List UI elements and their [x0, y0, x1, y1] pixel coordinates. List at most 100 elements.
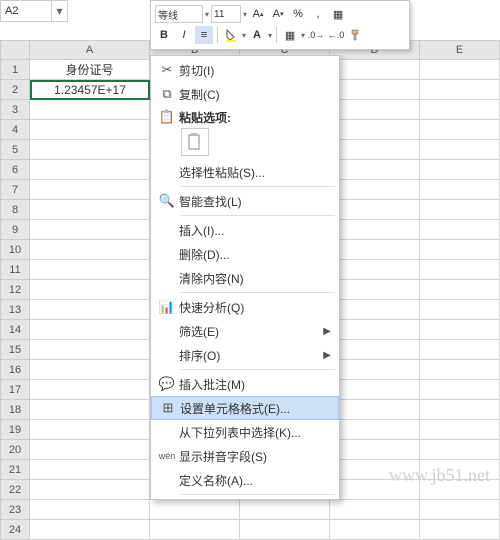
cell[interactable]: [330, 400, 420, 420]
cell[interactable]: [420, 440, 500, 460]
menu-clear[interactable]: 清除内容(N): [151, 266, 339, 290]
decimal-inc-icon[interactable]: .0→: [307, 26, 325, 44]
cell[interactable]: 身份证号: [30, 60, 150, 80]
cell[interactable]: [150, 520, 240, 540]
cell[interactable]: [330, 280, 420, 300]
cell[interactable]: [30, 460, 150, 480]
font-size-select[interactable]: 11: [211, 5, 241, 23]
cell[interactable]: [420, 420, 500, 440]
cell[interactable]: [330, 220, 420, 240]
cell[interactable]: [420, 480, 500, 500]
format-icon[interactable]: ▦: [329, 5, 347, 23]
row-header[interactable]: 6: [0, 160, 30, 180]
cell[interactable]: [330, 300, 420, 320]
format-painter-icon[interactable]: [347, 26, 365, 44]
cell[interactable]: [330, 180, 420, 200]
cell[interactable]: [30, 100, 150, 120]
cell[interactable]: [330, 160, 420, 180]
cell[interactable]: [30, 320, 150, 340]
align-icon[interactable]: ≡: [195, 26, 213, 44]
cell[interactable]: [30, 440, 150, 460]
cell[interactable]: [420, 320, 500, 340]
menu-cut[interactable]: ✂ 剪切(I): [151, 58, 339, 82]
column-header-e[interactable]: E: [420, 40, 500, 60]
cell[interactable]: [30, 200, 150, 220]
comma-button[interactable]: ,: [309, 5, 327, 23]
cell[interactable]: [330, 360, 420, 380]
cell[interactable]: [30, 180, 150, 200]
cell[interactable]: [30, 120, 150, 140]
cell[interactable]: [420, 380, 500, 400]
cell[interactable]: [240, 520, 330, 540]
cell[interactable]: [420, 360, 500, 380]
cell[interactable]: [420, 520, 500, 540]
row-header[interactable]: 4: [0, 120, 30, 140]
italic-button[interactable]: I: [175, 26, 193, 44]
cell[interactable]: [30, 420, 150, 440]
cell[interactable]: [330, 80, 420, 100]
name-box[interactable]: A2: [0, 0, 52, 22]
cell[interactable]: [30, 520, 150, 540]
menu-copy[interactable]: ⧉ 复制(C): [151, 82, 339, 106]
row-header[interactable]: 16: [0, 360, 30, 380]
cell[interactable]: [420, 160, 500, 180]
menu-filter[interactable]: 筛选(E) ▶: [151, 319, 339, 343]
cell[interactable]: [420, 340, 500, 360]
cell[interactable]: [330, 320, 420, 340]
row-header[interactable]: 11: [0, 260, 30, 280]
row-header[interactable]: 23: [0, 500, 30, 520]
cell[interactable]: [240, 500, 330, 520]
row-header[interactable]: 19: [0, 420, 30, 440]
menu-pick-from-list[interactable]: 从下拉列表中选择(K)...: [151, 420, 339, 444]
row-header[interactable]: 22: [0, 480, 30, 500]
cell[interactable]: [150, 500, 240, 520]
menu-paste-special[interactable]: 选择性粘贴(S)...: [151, 160, 339, 184]
cell[interactable]: [330, 440, 420, 460]
cell[interactable]: [30, 500, 150, 520]
percent-button[interactable]: %: [289, 5, 307, 23]
cell[interactable]: [330, 200, 420, 220]
menu-delete[interactable]: 删除(D)...: [151, 242, 339, 266]
cell[interactable]: [30, 480, 150, 500]
cell[interactable]: [30, 340, 150, 360]
cell[interactable]: [330, 340, 420, 360]
cell[interactable]: [30, 300, 150, 320]
bold-button[interactable]: B: [155, 26, 173, 44]
cell[interactable]: [330, 60, 420, 80]
row-header[interactable]: 24: [0, 520, 30, 540]
cell[interactable]: [330, 240, 420, 260]
cell[interactable]: [420, 400, 500, 420]
border-icon[interactable]: ▦: [281, 26, 299, 44]
cell[interactable]: [30, 280, 150, 300]
row-header[interactable]: 12: [0, 280, 30, 300]
cell[interactable]: [420, 140, 500, 160]
cell[interactable]: [420, 80, 500, 100]
cell[interactable]: [30, 160, 150, 180]
cell[interactable]: [30, 380, 150, 400]
cell[interactable]: [420, 120, 500, 140]
menu-quick-analysis[interactable]: 📊 快速分析(Q): [151, 295, 339, 319]
row-header[interactable]: 9: [0, 220, 30, 240]
cell[interactable]: [420, 60, 500, 80]
cell[interactable]: [30, 240, 150, 260]
row-header[interactable]: 20: [0, 440, 30, 460]
row-header[interactable]: 15: [0, 340, 30, 360]
cell[interactable]: [330, 520, 420, 540]
row-header[interactable]: 3: [0, 100, 30, 120]
paste-option-button[interactable]: [181, 128, 209, 156]
cell[interactable]: [330, 500, 420, 520]
row-header[interactable]: 5: [0, 140, 30, 160]
cell[interactable]: [330, 140, 420, 160]
cell[interactable]: [330, 120, 420, 140]
menu-sort[interactable]: 排序(O) ▶: [151, 343, 339, 367]
row-header[interactable]: 17: [0, 380, 30, 400]
increase-font-icon[interactable]: A▴: [249, 5, 267, 23]
font-select[interactable]: 等线: [155, 5, 203, 23]
cell[interactable]: [30, 220, 150, 240]
select-all-corner[interactable]: [0, 40, 30, 60]
cell[interactable]: [420, 280, 500, 300]
menu-insert-comment[interactable]: 💬 插入批注(M): [151, 372, 339, 396]
cell[interactable]: [420, 180, 500, 200]
cell[interactable]: [30, 400, 150, 420]
column-header-a[interactable]: A: [30, 40, 150, 60]
